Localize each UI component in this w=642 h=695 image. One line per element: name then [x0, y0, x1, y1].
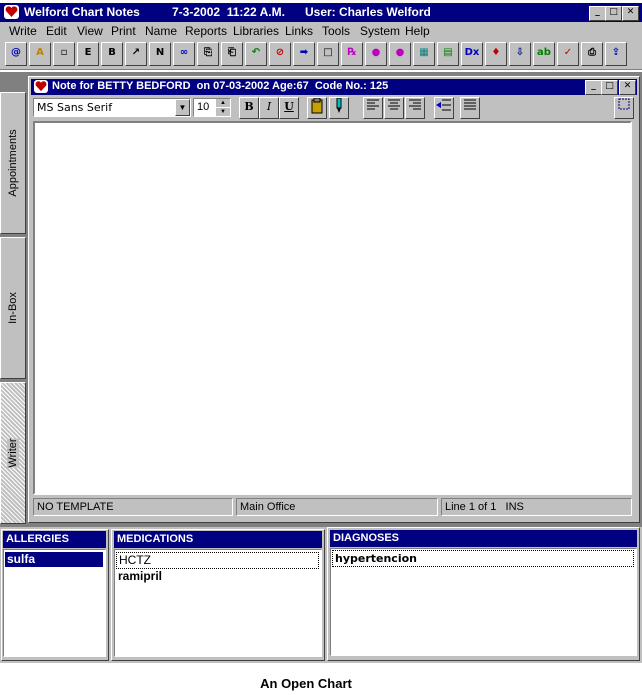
app-user: User: Charles Welford: [305, 5, 431, 19]
note-editor[interactable]: [33, 121, 632, 495]
justify-icon[interactable]: [460, 97, 480, 119]
medication-item[interactable]: ramipril: [116, 569, 319, 584]
menu-print[interactable]: Print: [111, 24, 136, 38]
download-icon[interactable]: ⇩: [509, 42, 531, 66]
menu-tools[interactable]: Tools: [322, 24, 350, 38]
menu-bar: Write Edit View Print Name Reports Libra…: [0, 22, 642, 40]
stepper-down-icon[interactable]: ▼: [216, 108, 230, 116]
indent-icon[interactable]: [434, 97, 454, 119]
dx-icon[interactable]: Dx: [461, 42, 483, 66]
document-add-icon[interactable]: ▤: [437, 42, 459, 66]
align-right-icon[interactable]: [405, 97, 425, 119]
calendar-icon[interactable]: ▦: [413, 42, 435, 66]
note-maximize-icon[interactable]: □: [601, 80, 618, 95]
app-logo-icon: [4, 5, 19, 19]
menu-links[interactable]: Links: [285, 24, 313, 38]
medications-header: MEDICATIONS: [114, 531, 322, 548]
clipboard-icon[interactable]: [307, 97, 327, 119]
maximize-icon[interactable]: □: [605, 6, 622, 21]
font-size-stepper[interactable]: 10 ▲ ▼: [193, 98, 231, 117]
spellcheck-icon[interactable]: ✓: [557, 42, 579, 66]
note-title: Note for BETTY BEDFORD on 07-03-2002 Age…: [52, 80, 389, 92]
app-title: Welford Chart Notes: [24, 5, 140, 19]
align-center-icon[interactable]: [384, 97, 404, 119]
lab-icon[interactable]: ♦: [485, 42, 507, 66]
menu-reports[interactable]: Reports: [185, 24, 227, 38]
status-template: NO TEMPLATE: [33, 498, 233, 516]
chart-icon[interactable]: ↗: [125, 42, 147, 66]
tab-appointments[interactable]: Appointments: [0, 92, 26, 234]
underline-button[interactable]: U: [279, 97, 299, 119]
allergies-header: ALLERGIES: [3, 531, 106, 548]
bold-button[interactable]: B: [239, 97, 259, 119]
menu-libraries[interactable]: Libraries: [233, 24, 279, 38]
stepper-up-icon[interactable]: ▲: [216, 99, 230, 107]
align-left-icon[interactable]: [363, 97, 383, 119]
chevron-down-icon[interactable]: ▼: [175, 99, 190, 116]
link-icon[interactable]: ∞: [173, 42, 195, 66]
status-location: Main Office: [236, 498, 438, 516]
note-minimize-icon[interactable]: _: [585, 80, 602, 95]
menu-write[interactable]: Write: [9, 24, 37, 38]
b-icon[interactable]: B: [101, 42, 123, 66]
no-entry-icon[interactable]: ⊘: [269, 42, 291, 66]
copy-icon[interactable]: ⎘: [197, 42, 219, 66]
highlighter-icon[interactable]: [329, 97, 349, 119]
small-box-icon[interactable]: ▫: [53, 42, 75, 66]
figure-caption: An Open Chart: [260, 676, 352, 691]
diagnoses-header: DIAGNOSES: [330, 530, 637, 547]
e-icon[interactable]: E: [77, 42, 99, 66]
blank-page-icon[interactable]: □: [317, 42, 339, 66]
medication-item[interactable]: HCTZ: [116, 552, 319, 569]
italic-button[interactable]: I: [259, 97, 279, 119]
note-close-icon[interactable]: ✕: [619, 80, 636, 95]
ab-icon[interactable]: ab: [533, 42, 555, 66]
main-toolbar: @ A ▫ E B ↗ N ∞ ⎘ ⎗ ↶ ⊘ ➡ □ ℞ ● ● ▦ ▤ Dx ♦ ⇩ ab ✓ ⎙ ⇪: [0, 40, 642, 70]
status-position: Line 1 of 1 INS: [441, 498, 632, 516]
menu-edit[interactable]: Edit: [46, 24, 67, 38]
close-icon[interactable]: ✕: [622, 6, 639, 21]
note-title-bar[interactable]: Note for BETTY BEDFORD on 07-03-2002 Age…: [31, 79, 637, 95]
minimize-icon[interactable]: _: [589, 6, 606, 21]
paste-icon[interactable]: ⎗: [221, 42, 243, 66]
tab-writer[interactable]: Writer: [0, 382, 26, 524]
pill-icon[interactable]: ●: [365, 42, 387, 66]
tab-in-box[interactable]: In-Box: [0, 237, 26, 379]
export-icon[interactable]: ⇪: [605, 42, 627, 66]
font-icon[interactable]: A: [29, 42, 51, 66]
print-icon[interactable]: ⎙: [581, 42, 603, 66]
rx-icon[interactable]: ℞: [341, 42, 363, 66]
font-name-select[interactable]: MS Sans Serif ▼: [33, 98, 191, 117]
allergy-item[interactable]: sulfa: [5, 552, 103, 567]
menu-system[interactable]: System: [360, 24, 400, 38]
undo-icon[interactable]: ↶: [245, 42, 267, 66]
app-title-bar[interactable]: Welford Chart Notes 7-3-2002 11:22 A.M. …: [0, 3, 642, 22]
menu-name[interactable]: Name: [145, 24, 177, 38]
diagnosis-item[interactable]: hypertencion: [332, 550, 634, 567]
import-icon[interactable]: ➡: [293, 42, 315, 66]
fullscreen-icon[interactable]: [614, 97, 634, 119]
note-logo-icon: [34, 80, 48, 93]
menu-view[interactable]: View: [77, 24, 103, 38]
app-datetime: 7-3-2002 11:22 A.M.: [172, 5, 285, 19]
med-list-icon[interactable]: ●: [389, 42, 411, 66]
n-icon[interactable]: N: [149, 42, 171, 66]
menu-help[interactable]: Help: [405, 24, 430, 38]
email-icon[interactable]: @: [5, 42, 27, 66]
